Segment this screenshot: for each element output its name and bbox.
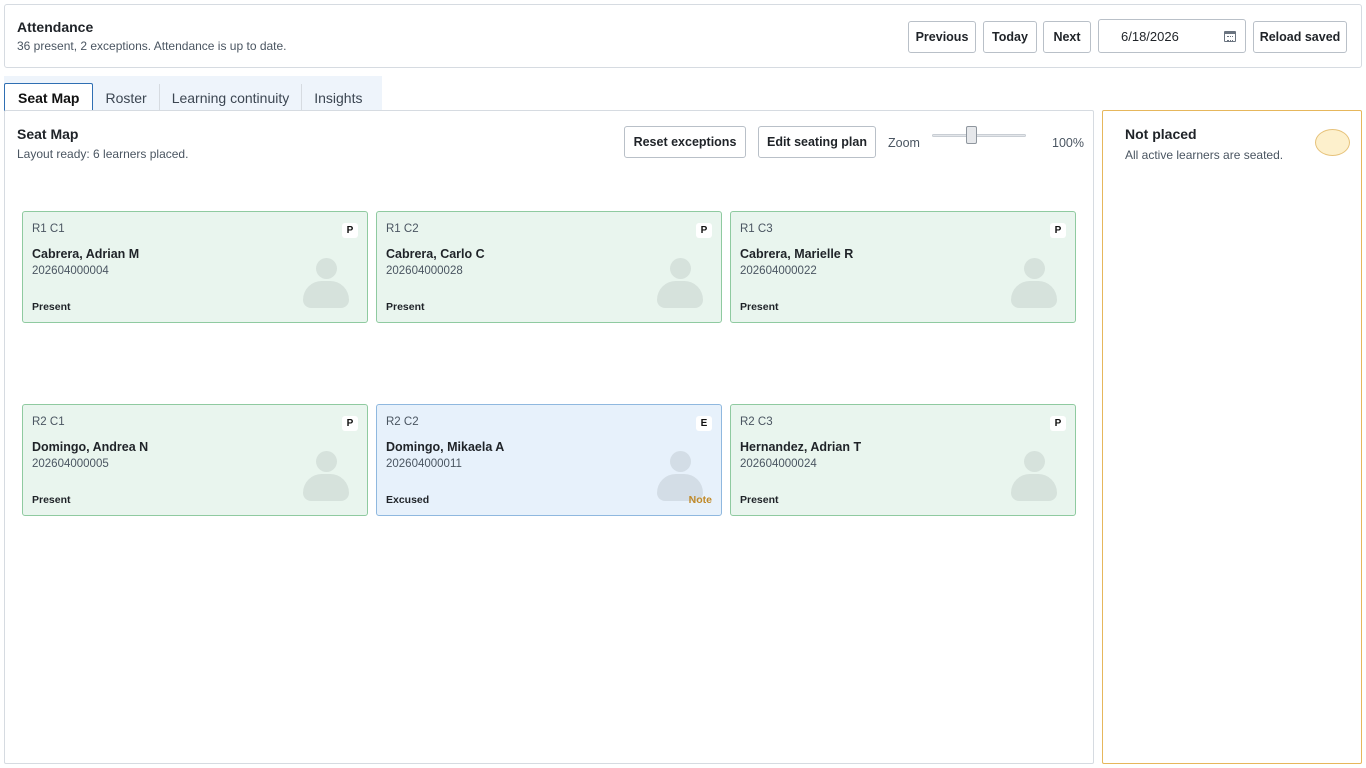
not-placed-message: All active learners are seated. bbox=[1125, 148, 1284, 162]
seat-position: R1 C2 bbox=[386, 223, 419, 235]
seat-position: R1 C3 bbox=[740, 223, 773, 235]
learner-name: Hernandez, Adrian T bbox=[740, 440, 862, 454]
learner-name: Domingo, Andrea N bbox=[32, 440, 149, 454]
page-title: Attendance bbox=[17, 19, 94, 35]
avatar-icon bbox=[303, 451, 349, 501]
attendance-status: Present bbox=[32, 494, 71, 506]
status-badge: P bbox=[696, 223, 712, 238]
indicator-icon bbox=[1315, 129, 1350, 156]
attendance-status: Present bbox=[740, 301, 779, 313]
date-value: 6/18/2026 bbox=[1121, 28, 1179, 44]
seat-card[interactable]: R1 C3 P Cabrera, Marielle R 202604000022… bbox=[730, 211, 1076, 323]
reload-saved-button[interactable]: Reload saved bbox=[1253, 21, 1347, 53]
seat-card[interactable]: R2 C3 P Hernandez, Adrian T 202604000024… bbox=[730, 404, 1076, 516]
status-badge: P bbox=[342, 223, 358, 238]
seat-position: R1 C1 bbox=[32, 223, 65, 235]
edit-seating-plan-button[interactable]: Edit seating plan bbox=[758, 126, 876, 158]
learner-name: Domingo, Mikaela A bbox=[386, 440, 505, 454]
attendance-status: Present bbox=[386, 301, 425, 313]
learner-id: 202604000028 bbox=[386, 265, 463, 277]
learner-name: Cabrera, Marielle R bbox=[740, 247, 854, 261]
zoom-slider-handle[interactable] bbox=[966, 126, 977, 144]
learner-name: Cabrera, Carlo C bbox=[386, 247, 485, 261]
seat-card[interactable]: R1 C1 P Cabrera, Adrian M 202604000004 P… bbox=[22, 211, 368, 323]
seat-map-status: Layout ready: 6 learners placed. bbox=[17, 147, 189, 161]
reset-exceptions-button[interactable]: Reset exceptions bbox=[624, 126, 746, 158]
zoom-slider[interactable] bbox=[932, 134, 1026, 137]
learner-id: 202604000005 bbox=[32, 458, 109, 470]
status-badge: P bbox=[1050, 416, 1066, 431]
seat-card[interactable]: R1 C2 P Cabrera, Carlo C 202604000028 Pr… bbox=[376, 211, 722, 323]
learner-id: 202604000004 bbox=[32, 265, 109, 277]
seat-position: R2 C1 bbox=[32, 416, 65, 428]
avatar-icon bbox=[657, 258, 703, 308]
learner-id: 202604000024 bbox=[740, 458, 817, 470]
tab-seat-map[interactable]: Seat Map bbox=[4, 83, 94, 111]
status-badge: P bbox=[342, 416, 358, 431]
next-button[interactable]: Next bbox=[1043, 21, 1091, 53]
zoom-value: 100% bbox=[1052, 136, 1084, 150]
avatar-icon bbox=[1011, 451, 1057, 501]
seat-card[interactable]: R2 C2 E Domingo, Mikaela A 202604000011 … bbox=[376, 404, 722, 516]
attendance-summary: 36 present, 2 exceptions. Attendance is … bbox=[17, 39, 287, 53]
learner-name: Cabrera, Adrian M bbox=[32, 247, 140, 261]
today-button[interactable]: Today bbox=[983, 21, 1037, 53]
not-placed-panel: Not placed All active learners are seate… bbox=[1102, 110, 1362, 764]
attendance-status: Excused bbox=[386, 494, 430, 506]
seat-map-panel: Seat Map Layout ready: 6 learners placed… bbox=[4, 110, 1094, 764]
zoom-label: Zoom bbox=[888, 136, 920, 150]
avatar-icon bbox=[1011, 258, 1057, 308]
tab-insights[interactable]: Insights bbox=[302, 84, 374, 111]
date-field[interactable]: 6/18/2026 bbox=[1098, 19, 1246, 53]
tab-learning-continuity[interactable]: Learning continuity bbox=[160, 84, 303, 111]
status-badge: P bbox=[1050, 223, 1066, 238]
calendar-icon[interactable] bbox=[1224, 31, 1236, 42]
not-placed-title: Not placed bbox=[1125, 126, 1197, 142]
tab-bar: Seat Map Roster Learning continuity Insi… bbox=[4, 76, 382, 111]
status-badge: E bbox=[696, 416, 712, 431]
attendance-status: Present bbox=[740, 494, 779, 506]
seat-map-title: Seat Map bbox=[17, 126, 79, 142]
tab-roster[interactable]: Roster bbox=[93, 84, 160, 111]
seat-position: R2 C2 bbox=[386, 416, 419, 428]
note-link[interactable]: Note bbox=[689, 494, 712, 506]
avatar-icon bbox=[303, 258, 349, 308]
previous-button[interactable]: Previous bbox=[908, 21, 976, 53]
page-header: Attendance 36 present, 2 exceptions. Att… bbox=[4, 4, 1362, 68]
seat-card[interactable]: R2 C1 P Domingo, Andrea N 202604000005 P… bbox=[22, 404, 368, 516]
learner-id: 202604000022 bbox=[740, 265, 817, 277]
learner-id: 202604000011 bbox=[386, 458, 462, 470]
attendance-status: Present bbox=[32, 301, 71, 313]
seat-position: R2 C3 bbox=[740, 416, 773, 428]
